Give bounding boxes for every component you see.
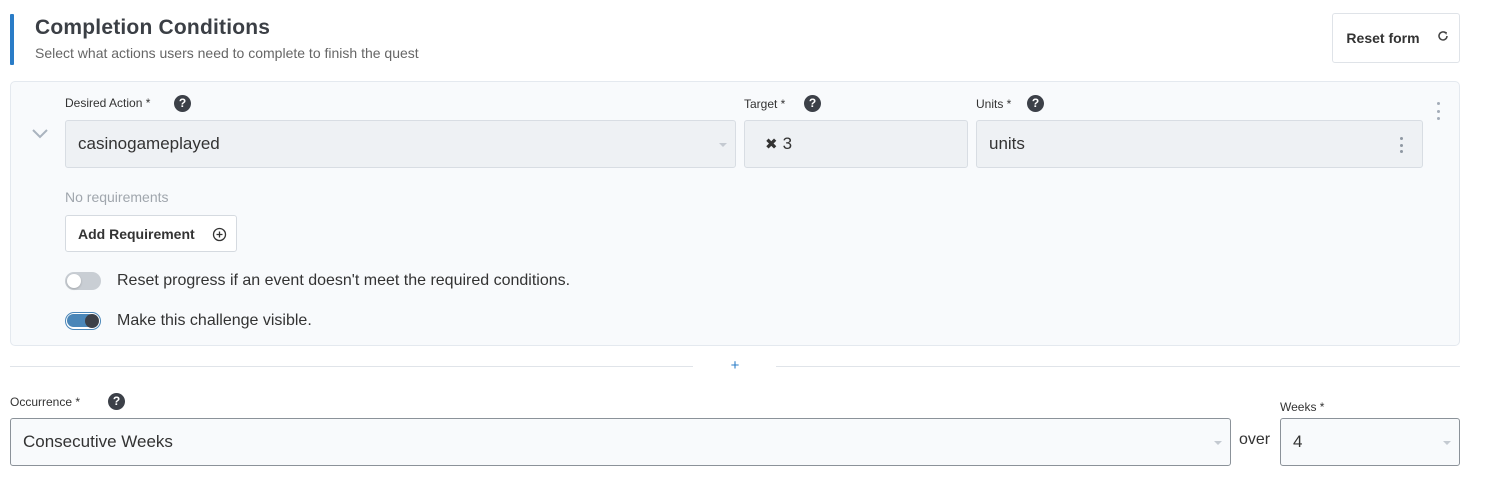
reset-progress-toggle[interactable] [65, 272, 101, 290]
target-value: 3 [782, 134, 793, 153]
add-requirement-label: Add Requirement [78, 225, 195, 242]
occurrence-label: Occurrence * [10, 395, 81, 409]
dropdown-caret-icon [1443, 441, 1451, 445]
visible-label: Make this challenge visible. [117, 312, 312, 329]
units-value: units [989, 134, 1025, 153]
divider-left [10, 366, 693, 367]
dropdown-caret-icon [1214, 441, 1222, 445]
weeks-label: Weeks * [1280, 400, 1325, 414]
condition-menu-icon[interactable] [1432, 101, 1444, 121]
units-input[interactable]: units [976, 120, 1423, 168]
toggle-knob [85, 314, 99, 328]
reset-form-label: Reset form [1346, 30, 1420, 46]
desired-action-value: casinogameplayed [78, 134, 220, 153]
occurrence-value: Consecutive Weeks [23, 432, 173, 451]
reset-progress-label: Reset progress if an event doesn't meet … [117, 272, 571, 289]
desired-action-label: Desired Action * [65, 96, 151, 110]
units-label: Units * [976, 97, 1012, 111]
target-label: Target * [744, 97, 786, 111]
multiply-icon: ✖ [765, 136, 778, 153]
occurrence-help-icon[interactable]: ? [108, 393, 125, 410]
plus-circle-icon [212, 227, 227, 242]
weeks-select[interactable]: 4 [1280, 418, 1460, 466]
section-accent-bar [10, 14, 14, 65]
desired-action-select[interactable]: casinogameplayed [65, 120, 736, 168]
chevron-down-icon[interactable] [30, 126, 50, 142]
target-input[interactable]: ✖ 3 [744, 120, 968, 168]
over-text: over [1239, 431, 1271, 448]
reset-form-button[interactable]: Reset form [1332, 13, 1460, 63]
occurrence-select[interactable]: Consecutive Weeks [10, 418, 1231, 466]
toggle-knob [67, 274, 81, 288]
refresh-icon [1438, 31, 1448, 41]
section-subtitle: Select what actions users need to comple… [35, 45, 419, 61]
divider-right [776, 366, 1460, 367]
add-condition-button[interactable]: + [728, 356, 742, 376]
visible-toggle[interactable] [65, 312, 101, 330]
section-title: Completion Conditions [35, 16, 271, 39]
units-menu-icon[interactable] [1400, 137, 1404, 153]
desired-action-help-icon[interactable]: ? [174, 95, 191, 112]
add-requirement-button[interactable]: Add Requirement [65, 215, 237, 252]
weeks-value: 4 [1293, 432, 1303, 451]
units-help-icon[interactable]: ? [1027, 95, 1044, 112]
target-help-icon[interactable]: ? [804, 95, 821, 112]
dropdown-caret-icon [719, 143, 727, 147]
no-requirements-text: No requirements [65, 189, 169, 205]
